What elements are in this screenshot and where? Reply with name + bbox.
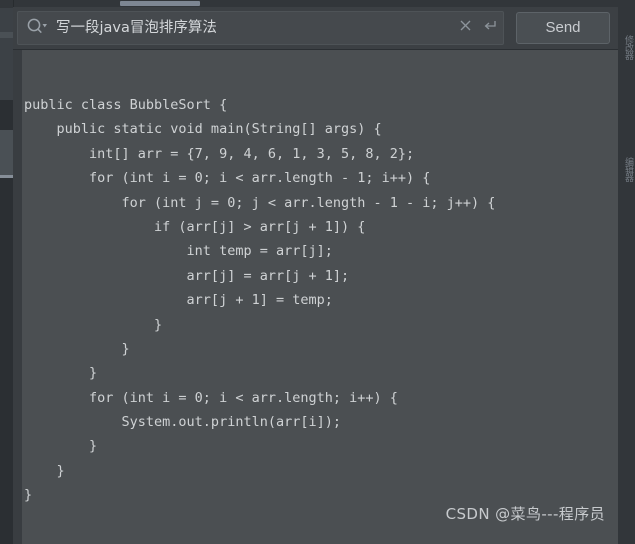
code-line: public class BubbleSort {	[24, 97, 228, 113]
code-line: }	[24, 462, 65, 479]
code-line: }	[24, 438, 98, 455]
close-icon[interactable]	[459, 19, 472, 37]
code-line: arr[j] = arr[j + 1];	[24, 267, 350, 284]
watermark: CSDN @菜鸟---程序员	[445, 505, 605, 523]
vertical-tab-label[interactable]: 编辑器	[619, 157, 634, 267]
code-block[interactable]: public class BubbleSort { public static …	[22, 50, 618, 544]
code-line: }	[24, 340, 130, 357]
send-button[interactable]: Send	[516, 12, 610, 44]
code-line: int temp = arr[j];	[24, 243, 333, 260]
left-rail-segment[interactable]	[0, 100, 13, 130]
search-input-value[interactable]: 写一段java冒泡排序算法	[56, 19, 449, 37]
left-rail-segment[interactable]	[0, 178, 13, 544]
code-panel: public class BubbleSort { public static …	[13, 50, 618, 544]
code-line: }	[24, 316, 163, 333]
code-line: for (int i = 0; i < arr.length; i++) {	[24, 389, 398, 406]
code-line: for (int i = 0; i < arr.length - 1; i++)…	[24, 170, 431, 187]
search-header: 写一段java冒泡排序算法 Send	[13, 7, 618, 50]
search-input[interactable]: 写一段java冒泡排序算法	[17, 11, 504, 45]
vertical-tab-label[interactable]: 修改器	[619, 35, 634, 130]
code-line: for (int j = 0; j < arr.length - 1 - i; …	[24, 194, 496, 211]
search-icon[interactable]	[26, 18, 48, 39]
code-line: if (arr[j] > arr[j + 1]) {	[24, 218, 366, 235]
code-gutter	[13, 50, 22, 544]
code-line: arr[j + 1] = temp;	[24, 292, 333, 309]
left-rail-segment[interactable]	[0, 130, 13, 175]
top-scrollbar-thumb[interactable]	[120, 1, 200, 6]
code-line: }	[24, 365, 98, 382]
right-rail: 修改器 编辑器	[617, 7, 635, 544]
left-rail	[0, 0, 14, 544]
top-scrollbar[interactable]	[0, 0, 635, 7]
return-arrow-icon[interactable]	[482, 19, 497, 38]
code-line: int[] arr = {7, 9, 4, 6, 1, 3, 5, 8, 2};	[24, 145, 415, 162]
left-rail-segment[interactable]	[0, 8, 13, 32]
left-rail-segment[interactable]	[0, 38, 13, 100]
code-line: public static void main(String[] args) {	[24, 121, 382, 138]
code-line: System.out.println(arr[i]);	[24, 414, 341, 431]
